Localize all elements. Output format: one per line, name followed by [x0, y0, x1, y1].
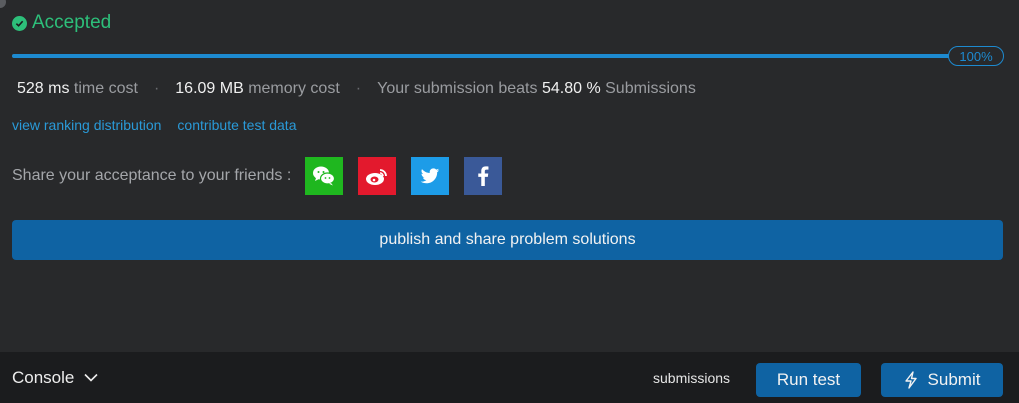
time-label: time cost	[73, 80, 138, 97]
progress-fill	[12, 54, 952, 58]
wechat-icon	[313, 166, 336, 186]
twitter-share-button[interactable]	[411, 157, 450, 195]
publish-solutions-button[interactable]: publish and share problem solutions	[12, 220, 1003, 260]
submit-button[interactable]: Submit	[881, 363, 1003, 397]
check-circle-icon	[12, 15, 27, 31]
footer-bar: Console submissions Run test Submit	[0, 352, 1019, 403]
share-row: Share your acceptance to your friends :	[12, 157, 503, 195]
run-test-button[interactable]: Run test	[756, 363, 861, 397]
memory-label: memory cost	[248, 80, 340, 97]
submit-label: Submit	[927, 370, 981, 389]
facebook-icon	[478, 166, 489, 186]
beats-value: 54.80 %	[541, 80, 601, 97]
memory-value: 16.09 MB	[175, 80, 244, 97]
share-label: Share your acceptance to your friends :	[12, 167, 292, 184]
progress-track	[12, 54, 952, 58]
view-ranking-link[interactable]: view ranking distribution	[12, 117, 161, 133]
console-toggle[interactable]: Console	[12, 352, 98, 403]
weibo-share-button[interactable]	[358, 157, 397, 195]
time-value: 528 ms	[17, 80, 70, 97]
progress-label: 100%	[948, 46, 1004, 66]
console-label: Console	[12, 367, 75, 387]
stats-row: 528 ms time cost · 16.09 MB memory cost …	[17, 80, 696, 98]
beats-prefix: Your submission beats	[377, 80, 538, 97]
weibo-icon	[366, 169, 388, 185]
submissions-link[interactable]: submissions	[653, 352, 730, 403]
result-status: Accepted	[12, 12, 111, 34]
lightning-icon	[904, 371, 917, 389]
links-row: view ranking distribution contribute tes…	[12, 117, 312, 133]
twitter-icon	[421, 167, 440, 183]
facebook-share-button[interactable]	[464, 157, 503, 195]
beats-suffix: Submissions	[605, 80, 696, 97]
progress-bar: 100%	[12, 46, 1004, 66]
wechat-share-button[interactable]	[305, 157, 344, 195]
separator: ·	[153, 80, 160, 97]
chevron-down-icon	[84, 373, 98, 382]
status-text: Accepted	[32, 12, 112, 33]
separator: ·	[355, 80, 362, 97]
corner-handle	[0, 0, 6, 8]
contribute-test-data-link[interactable]: contribute test data	[177, 117, 296, 133]
